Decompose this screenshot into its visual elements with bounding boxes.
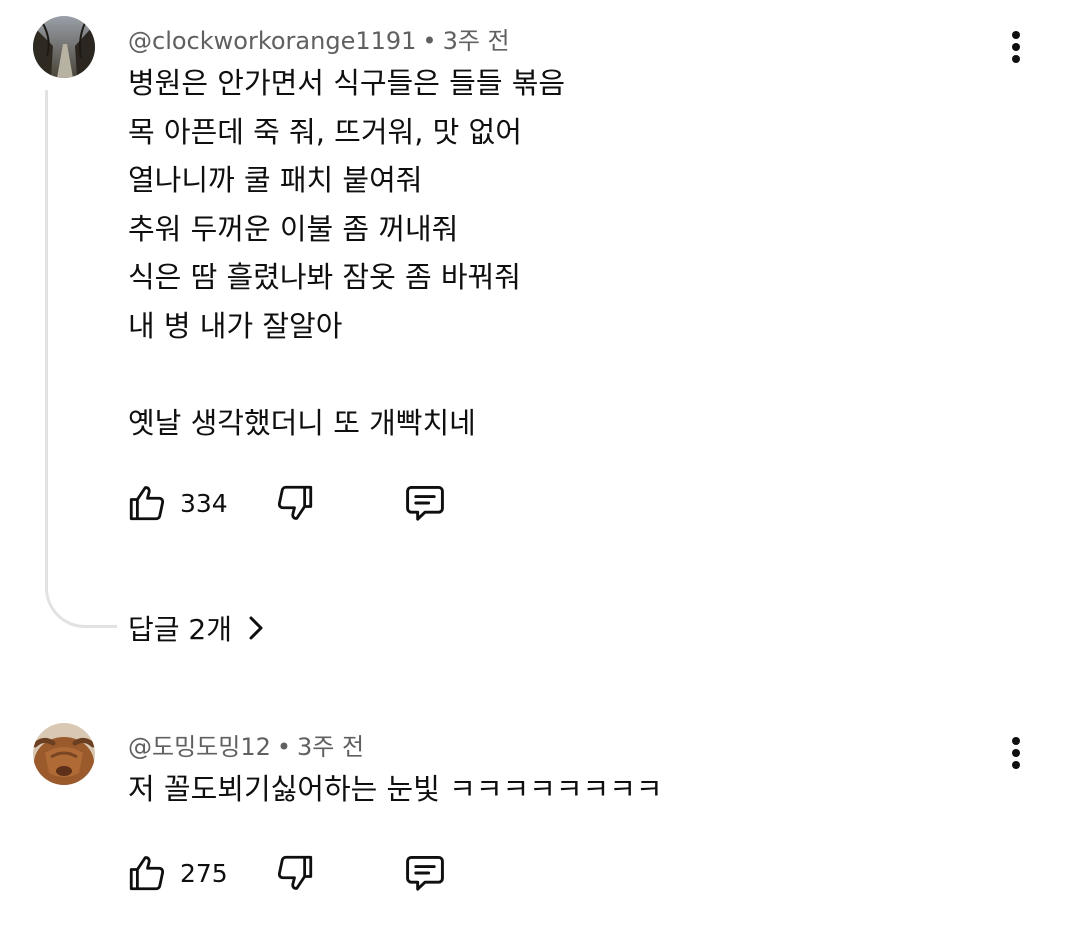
comment-meta: @clockworkorange1191 • 3주 전 bbox=[128, 21, 510, 56]
replies-label: 답글 2개 bbox=[128, 613, 232, 646]
thumb-down-icon bbox=[277, 855, 313, 890]
like-count: 275 bbox=[180, 858, 228, 888]
timestamp[interactable]: 3주 전 bbox=[297, 733, 364, 761]
comment-line: 식은 땀 흘렸나봐 잠옷 좀 바꿔줘 bbox=[128, 260, 521, 295]
comment-line: 열나니까 쿨 패치 붙여줘 bbox=[128, 163, 423, 198]
comment-icon bbox=[406, 855, 444, 891]
avatar-image bbox=[33, 16, 95, 78]
avatar-image bbox=[33, 723, 95, 785]
dislike-button[interactable] bbox=[274, 480, 316, 526]
comment-line: 저 꼴도뵈기싫어하는 눈빛 ㅋㅋㅋㅋㅋㅋㅋㅋ bbox=[128, 772, 663, 806]
more-options-button[interactable] bbox=[996, 26, 1036, 70]
comment-line: 옛날 생각했더니 또 개빡치네 bbox=[128, 406, 476, 441]
thumb-up-icon bbox=[129, 856, 165, 891]
like-button[interactable]: 275 bbox=[126, 850, 228, 896]
comment-line: 내 병 내가 잘알아 bbox=[128, 308, 343, 343]
comment-icon bbox=[406, 485, 444, 521]
like-button[interactable]: 334 bbox=[126, 480, 228, 526]
comment-text: 저 꼴도뵈기싫어하는 눈빛 ㅋㅋㅋㅋㅋㅋㅋㅋ bbox=[128, 765, 663, 814]
avatar[interactable] bbox=[33, 723, 95, 785]
reply-button[interactable] bbox=[403, 850, 447, 896]
comment-line: 추워 두꺼운 이불 좀 꺼내줘 bbox=[128, 211, 459, 246]
avatar[interactable] bbox=[33, 16, 95, 78]
separator-dot: • bbox=[276, 733, 292, 761]
separator-dot: • bbox=[422, 27, 437, 55]
timestamp[interactable]: 3주 전 bbox=[443, 27, 510, 55]
comment-line: 목 아픈데 죽 줘, 뜨거워, 맛 없어 bbox=[128, 114, 522, 149]
comment-line bbox=[128, 351, 565, 400]
more-vert-icon bbox=[1012, 737, 1020, 769]
thread-line bbox=[45, 90, 117, 628]
chevron-right-icon bbox=[249, 616, 263, 640]
thumb-down-icon bbox=[277, 485, 313, 520]
author-name[interactable]: @clockworkorange1191 bbox=[128, 27, 416, 55]
view-replies-button[interactable]: 답글 2개 bbox=[128, 606, 266, 650]
more-options-button[interactable] bbox=[996, 732, 1036, 776]
comment-meta: @도밍도밍12 • 3주 전 bbox=[128, 727, 364, 762]
author-name[interactable]: @도밍도밍12 bbox=[128, 733, 271, 761]
thumb-up-icon bbox=[129, 486, 165, 521]
like-count: 334 bbox=[180, 488, 228, 518]
more-vert-icon bbox=[1012, 31, 1020, 63]
reply-button[interactable] bbox=[403, 480, 447, 526]
comment-text: 병원은 안가면서 식구들은 들들 볶음 목 아픈데 죽 줘, 뜨거워, 맛 없어… bbox=[128, 59, 565, 448]
comment-line: 병원은 안가면서 식구들은 들들 볶음 bbox=[128, 66, 566, 100]
dislike-button[interactable] bbox=[274, 850, 316, 896]
